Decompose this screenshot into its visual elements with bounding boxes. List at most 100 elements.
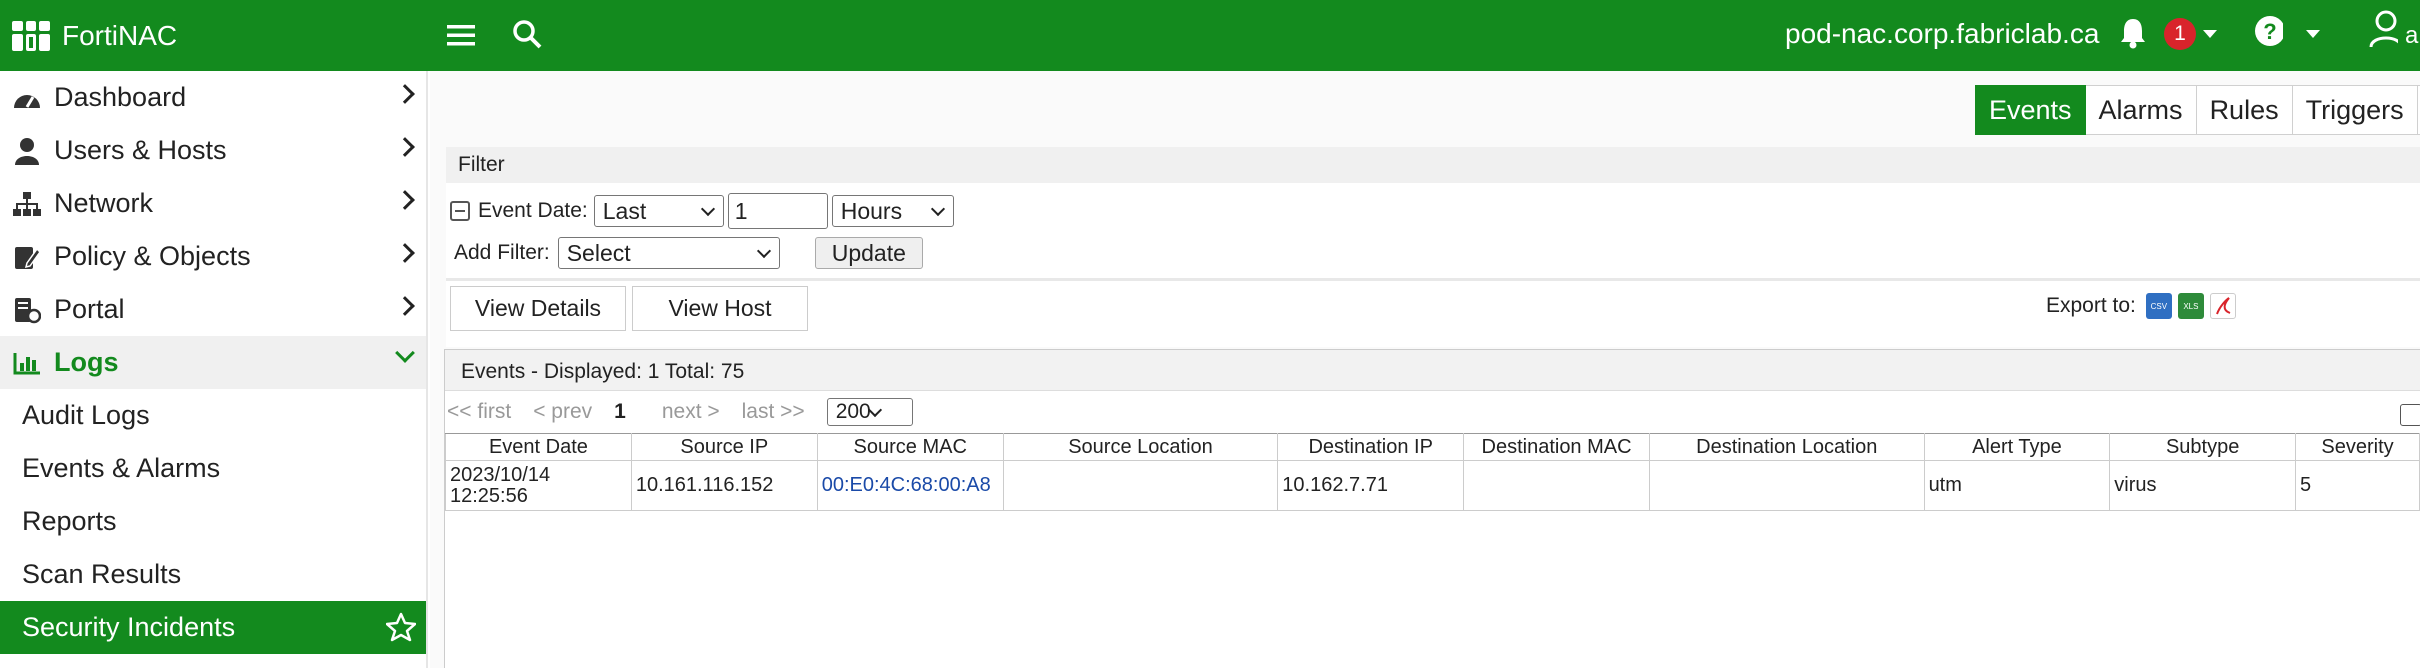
column-header-source-location[interactable]: Source Location xyxy=(1002,433,1279,461)
chevron-down-icon[interactable] xyxy=(2203,30,2217,38)
portal-icon xyxy=(10,295,44,325)
select-all-checkbox[interactable] xyxy=(2400,404,2420,426)
action-row: View Details View Host xyxy=(450,286,814,331)
chevron-right-icon xyxy=(395,296,415,316)
events-table: Event Date Source IP Source MAC Source L… xyxy=(445,433,2420,511)
update-button[interactable]: Update xyxy=(814,237,923,269)
app-name: FortiNAC xyxy=(62,19,178,51)
sidebar-item-policy-objects[interactable]: Policy & Objects xyxy=(0,230,426,283)
tab-alarms[interactable]: Alarms xyxy=(2085,85,2197,135)
policy-icon xyxy=(10,242,44,272)
cell-source-ip: 10.161.116.152 xyxy=(630,460,818,511)
sidebar-subitem-audit-logs[interactable]: Audit Logs xyxy=(0,389,426,442)
current-page: 1 xyxy=(614,400,626,423)
date-range-select[interactable]: Last xyxy=(593,195,724,227)
date-value-input[interactable]: 1 xyxy=(727,193,828,229)
sidebar-item-label: Dashboard xyxy=(54,82,187,112)
column-header-event-date[interactable]: Event Date xyxy=(445,433,632,461)
event-date-label: Event Date: xyxy=(478,199,588,222)
pagination: << first < prev 1 next > last >> 200 xyxy=(447,395,913,429)
collapse-icon[interactable] xyxy=(450,201,470,221)
chevron-down-icon xyxy=(930,201,945,217)
sidebar-item-label: Portal xyxy=(54,294,125,324)
chevron-down-icon[interactable] xyxy=(2306,30,2320,38)
table-row[interactable]: 2023/10/14 12:25:56 10.161.116.152 00:E0… xyxy=(445,460,2420,511)
star-icon[interactable] xyxy=(385,612,417,649)
sidebar-subitem-security-incidents[interactable]: Security Incidents xyxy=(0,601,426,654)
sidebar-item-logs[interactable]: Logs xyxy=(0,336,426,389)
sidebar-item-users-hosts[interactable]: Users & Hosts xyxy=(0,124,426,177)
divider xyxy=(446,278,2420,281)
column-header-source-mac[interactable]: Source MAC xyxy=(816,433,1004,461)
user-icon[interactable] xyxy=(2368,10,2398,48)
per-page-select[interactable]: 200 xyxy=(826,398,913,426)
notification-badge[interactable]: 1 xyxy=(2164,18,2196,50)
column-header-alert-type[interactable]: Alert Type xyxy=(1923,433,2111,461)
sidebar-item-dashboard[interactable]: Dashboard xyxy=(0,71,426,124)
excel-icon[interactable]: XLS xyxy=(2177,293,2204,319)
first-page-link[interactable]: << first xyxy=(447,400,511,424)
date-unit-select[interactable]: Hours xyxy=(831,195,954,227)
network-icon xyxy=(10,189,44,219)
view-host-button[interactable]: View Host xyxy=(632,286,808,331)
sidebar-subitem-reports[interactable]: Reports xyxy=(0,495,426,548)
pdf-icon[interactable] xyxy=(2209,293,2236,319)
prev-page-link[interactable]: < prev xyxy=(533,400,592,424)
brand[interactable]: FortiNAC xyxy=(0,0,430,71)
export-group: Export to: CSV XLS xyxy=(2046,293,2236,319)
cell-event-date: 2023/10/14 12:25:56 xyxy=(445,460,632,511)
cell-source-mac-link[interactable]: 00:E0:4C:68:00:A8 xyxy=(816,460,1004,511)
tab-events[interactable]: Events xyxy=(1975,85,2086,135)
filter-title: Filter xyxy=(446,147,2420,183)
add-filter-select[interactable]: Select xyxy=(557,237,780,269)
main-content: Events Alarms Rules Triggers A Filter Ev… xyxy=(430,71,2420,668)
svg-text:?: ? xyxy=(2263,19,2276,44)
hamburger-menu-icon[interactable] xyxy=(446,20,476,50)
csv-icon[interactable]: CSV xyxy=(2145,293,2172,319)
help-icon[interactable]: ? xyxy=(2253,16,2283,46)
cell-destination-ip: 10.162.7.71 xyxy=(1277,460,1465,511)
column-header-destination-mac[interactable]: Destination MAC xyxy=(1463,433,1650,461)
next-page-link[interactable]: next > xyxy=(662,400,720,424)
add-filter-label: Add Filter: xyxy=(454,241,550,264)
sidebar-item-label: Users & Hosts xyxy=(54,135,227,165)
chevron-right-icon xyxy=(395,190,415,210)
column-header-severity[interactable]: Severity xyxy=(2295,433,2420,461)
sidebar-item-network[interactable]: Network xyxy=(0,177,426,230)
user-name[interactable]: a xyxy=(2405,22,2418,50)
results-title: Events - Displayed: 1 Total: 75 xyxy=(445,349,2420,391)
cell-source-location xyxy=(1002,460,1279,511)
column-header-destination-ip[interactable]: Destination IP xyxy=(1277,433,1465,461)
cell-alert-type: utm xyxy=(1923,460,2111,511)
column-header-destination-location[interactable]: Destination Location xyxy=(1648,433,1925,461)
search-icon[interactable] xyxy=(512,19,542,49)
add-filter-row: Add Filter: Select Update xyxy=(454,237,923,269)
bell-icon[interactable] xyxy=(2118,18,2148,49)
column-header-subtype[interactable]: Subtype xyxy=(2109,433,2297,461)
event-date-row: Event Date: Last 1 Hours xyxy=(450,193,954,229)
sidebar-subitem-events-alarms[interactable]: Events & Alarms xyxy=(0,442,426,495)
tab-rules[interactable]: Rules xyxy=(2196,85,2293,135)
top-bar: FortiNAC pod-nac.corp.fabriclab.ca 1 ? a xyxy=(0,0,2420,71)
bar-chart-icon xyxy=(10,348,44,378)
chevron-down-icon xyxy=(395,343,415,363)
sidebar-subitem-label: Security Incidents xyxy=(22,612,236,642)
column-header-source-ip[interactable]: Source IP xyxy=(630,433,818,461)
view-details-button[interactable]: View Details xyxy=(450,286,626,331)
results-panel: Events - Displayed: 1 Total: 75 << first… xyxy=(444,349,2420,668)
chevron-right-icon xyxy=(395,243,415,263)
tab-triggers[interactable]: Triggers xyxy=(2292,85,2418,135)
user-icon xyxy=(10,136,44,166)
dashboard-gauge-icon xyxy=(10,83,44,113)
sidebar-item-portal[interactable]: Portal xyxy=(0,283,426,336)
cell-destination-location xyxy=(1648,460,1925,511)
fortinet-logo-icon xyxy=(12,20,50,51)
export-label: Export to: xyxy=(2046,294,2136,317)
hostname: pod-nac.corp.fabriclab.ca xyxy=(1785,18,2100,49)
chevron-down-icon xyxy=(756,243,771,259)
sidebar-subitem-scan-results[interactable]: Scan Results xyxy=(0,548,426,601)
filter-panel: Filter Event Date: Last 1 Hours Add Filt… xyxy=(446,147,2420,347)
last-page-link[interactable]: last >> xyxy=(742,400,805,424)
tab-bar: Events Alarms Rules Triggers A xyxy=(1975,85,2420,135)
cell-subtype: virus xyxy=(2109,460,2297,511)
